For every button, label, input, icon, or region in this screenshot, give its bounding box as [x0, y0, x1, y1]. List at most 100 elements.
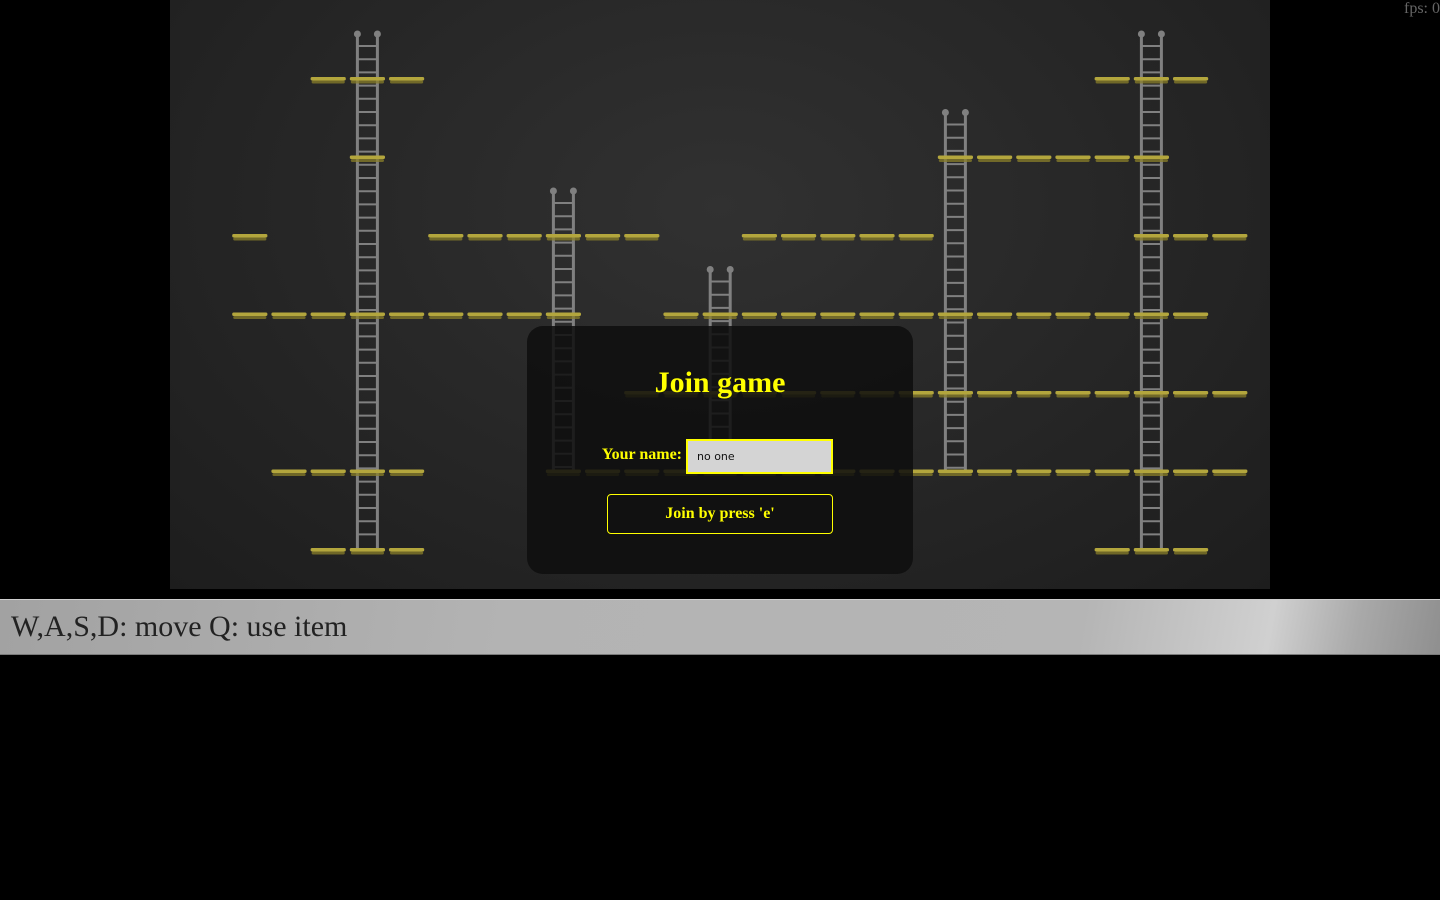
- platform-tile: [977, 469, 1013, 473]
- platform-tile: [1212, 469, 1248, 473]
- platform-tile-shadow: [1174, 237, 1208, 241]
- platform-tile: [741, 234, 777, 238]
- platform-tile: [467, 312, 503, 316]
- platform-tile: [1055, 312, 1091, 316]
- platform-tile-shadow: [938, 316, 972, 319]
- platform-tile-shadow: [1056, 473, 1090, 476]
- platform-tile-shadow: [1213, 237, 1247, 241]
- ladder-knob: [961, 109, 969, 116]
- platform-tile: [820, 234, 856, 238]
- platform-tile: [1173, 77, 1209, 81]
- platform-tile: [545, 312, 581, 316]
- platform-tile: [1173, 234, 1209, 238]
- platform-tile-shadow: [390, 551, 424, 555]
- platform-tile: [1133, 469, 1169, 473]
- platform-tile-shadow: [742, 237, 776, 241]
- platform-tile-shadow: [350, 551, 384, 555]
- platform-tile-shadow: [1056, 316, 1090, 319]
- platform-tile-shadow: [311, 80, 345, 84]
- platform-tile: [898, 234, 934, 238]
- platform-tile: [859, 312, 895, 316]
- ladder-knob: [373, 30, 381, 38]
- platform-tile: [585, 234, 621, 238]
- platform-tile-shadow: [1017, 316, 1051, 319]
- platform-tile: [1173, 469, 1209, 473]
- platform-tile: [1133, 312, 1169, 316]
- platform-tile: [781, 234, 817, 238]
- platform-tile-shadow: [586, 237, 620, 241]
- platform-tile: [1094, 312, 1130, 316]
- platform-tile: [310, 77, 346, 81]
- controls-help-text: W,A,S,D: move Q: use item: [11, 610, 348, 643]
- platform-tile: [1094, 548, 1130, 552]
- platform-tile-shadow: [233, 316, 267, 319]
- ladder-knob: [569, 187, 577, 195]
- platform-tile-shadow: [468, 316, 502, 319]
- join-dialog-title: Join game: [654, 366, 786, 399]
- platform-tile-shadow: [978, 316, 1012, 319]
- platform-tile-shadow: [311, 316, 345, 319]
- platform-tile-shadow: [742, 316, 776, 319]
- name-input[interactable]: [686, 439, 833, 474]
- platform-tile-shadow: [507, 316, 541, 319]
- platform-tile: [389, 312, 425, 316]
- platform-tile-shadow: [350, 80, 384, 84]
- platform-tile-shadow: [1095, 551, 1129, 555]
- join-game-button[interactable]: Join by press 'e': [607, 494, 833, 534]
- platform-tile: [1133, 234, 1169, 238]
- platform-tile: [506, 234, 542, 238]
- platform-tile: [271, 312, 307, 316]
- platform-tile: [232, 234, 268, 238]
- platform-tile-shadow: [272, 473, 306, 476]
- platform-tile-shadow: [664, 316, 698, 319]
- platform-tile: [1094, 155, 1130, 159]
- platform-tile: [1133, 155, 1169, 159]
- platform-tile-shadow: [938, 159, 972, 162]
- platform-tile-shadow: [1017, 159, 1051, 162]
- platform-tile: [310, 312, 346, 316]
- platform-tile: [1016, 312, 1052, 316]
- platform-tile-shadow: [1213, 473, 1247, 476]
- platform-tile: [389, 548, 425, 552]
- platform-tile-shadow: [1174, 80, 1208, 84]
- fps-counter: fps: 0: [1404, 0, 1440, 17]
- platform-tile-shadow: [1056, 159, 1090, 162]
- platform-tile-shadow: [625, 237, 659, 241]
- platform-tile-shadow: [1095, 473, 1129, 476]
- platform-tile: [467, 234, 503, 238]
- platform-tile-shadow: [938, 473, 972, 476]
- platform-tile-shadow: [821, 237, 855, 241]
- platform-tile-shadow: [1174, 473, 1208, 476]
- platform-tile: [389, 469, 425, 473]
- platform-tile: [349, 312, 385, 316]
- ladder-knob: [353, 30, 361, 38]
- platform-tile-shadow: [350, 316, 384, 319]
- platform-tile-shadow: [390, 316, 424, 319]
- platform-tile: [1133, 77, 1169, 81]
- platform-tile: [741, 312, 777, 316]
- platform-tile: [624, 234, 660, 238]
- platform-tile-shadow: [860, 316, 894, 319]
- ladder-knob: [1137, 30, 1145, 38]
- platform-tile-shadow: [899, 316, 933, 319]
- platform-tile: [310, 548, 346, 552]
- platform-tile-shadow: [468, 237, 502, 241]
- platform-tile: [1094, 469, 1130, 473]
- ladder-knob: [549, 187, 557, 195]
- platform-tile-shadow: [1134, 316, 1168, 319]
- platform-tile: [232, 312, 268, 316]
- platform-tile-shadow: [782, 237, 816, 241]
- platform-tile-shadow: [703, 316, 737, 319]
- platform-tile-shadow: [1095, 80, 1129, 84]
- platform-tile-shadow: [507, 237, 541, 241]
- platform-tile-shadow: [429, 237, 463, 241]
- platform-tile: [1055, 155, 1091, 159]
- platform-tile: [349, 548, 385, 552]
- platform-tile: [1016, 155, 1052, 159]
- platform-tile: [1133, 548, 1169, 552]
- ladder-knob: [1157, 30, 1165, 38]
- platform-tile-shadow: [546, 316, 580, 319]
- platform-tile-shadow: [233, 237, 267, 241]
- platform-tile-shadow: [272, 316, 306, 319]
- platform-tile-shadow: [978, 159, 1012, 162]
